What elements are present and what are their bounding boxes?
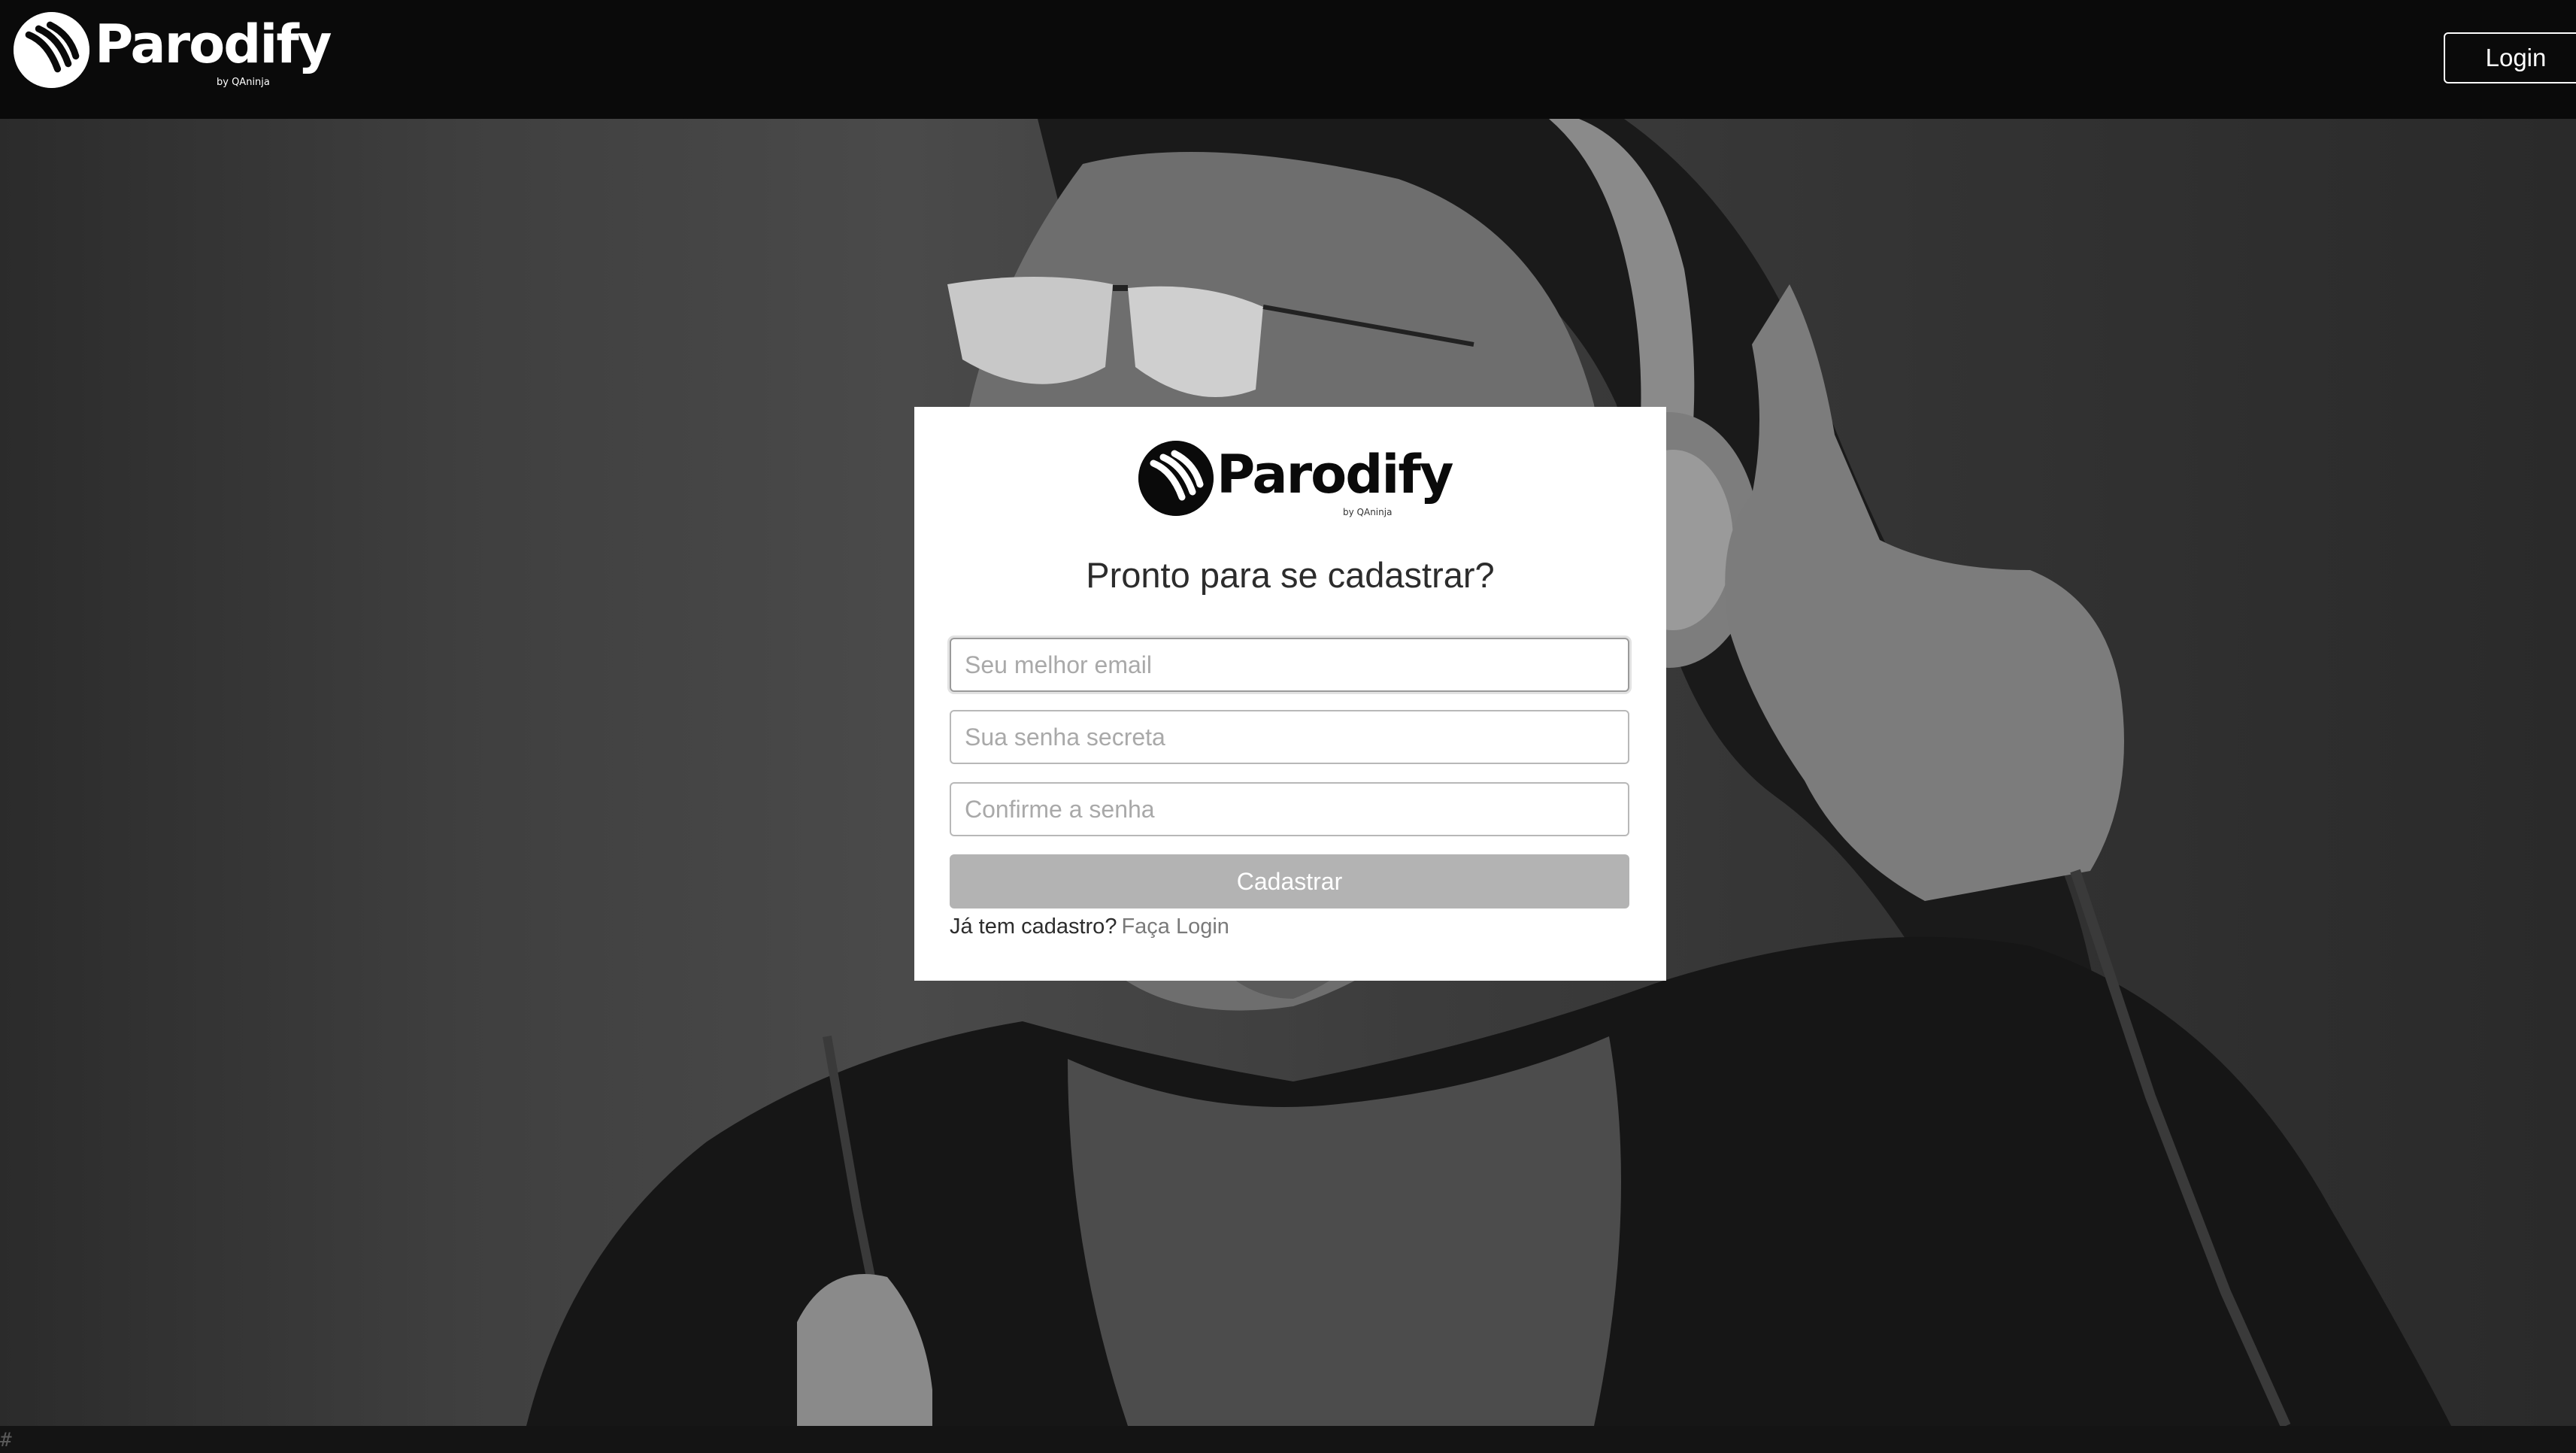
card-brand-logo: Parodify by QAninja — [1138, 441, 1454, 523]
brand-byline: by QAninja — [217, 77, 270, 88]
top-navbar: Parodify by QAninja Login — [0, 0, 2576, 119]
url-hash-text: # — [0, 1429, 12, 1451]
signup-submit-button[interactable]: Cadastrar — [950, 854, 1629, 909]
password-field[interactable] — [950, 710, 1629, 764]
signup-card: Parodify by QAninja Pronto para se cadas… — [914, 407, 1666, 981]
confirm-password-field[interactable] — [950, 782, 1629, 836]
login-prompt-text: Já tem cadastro? — [950, 915, 1117, 939]
login-prompt: Já tem cadastro? Faça Login — [950, 915, 1229, 939]
brand-name: Parodify — [95, 14, 332, 75]
header-login-button[interactable]: Login — [2444, 32, 2576, 83]
status-strip: # — [0, 1426, 2576, 1453]
login-link[interactable]: Faça Login — [1121, 915, 1229, 939]
signup-title: Pronto para se cadastrar? — [1086, 555, 1495, 595]
card-brand-byline: by QAninja — [1343, 507, 1393, 517]
parodify-logo-icon — [14, 12, 89, 88]
parodify-logo-icon — [1138, 441, 1214, 516]
card-brand-name: Parodify — [1217, 444, 1453, 505]
email-field[interactable] — [950, 638, 1629, 692]
